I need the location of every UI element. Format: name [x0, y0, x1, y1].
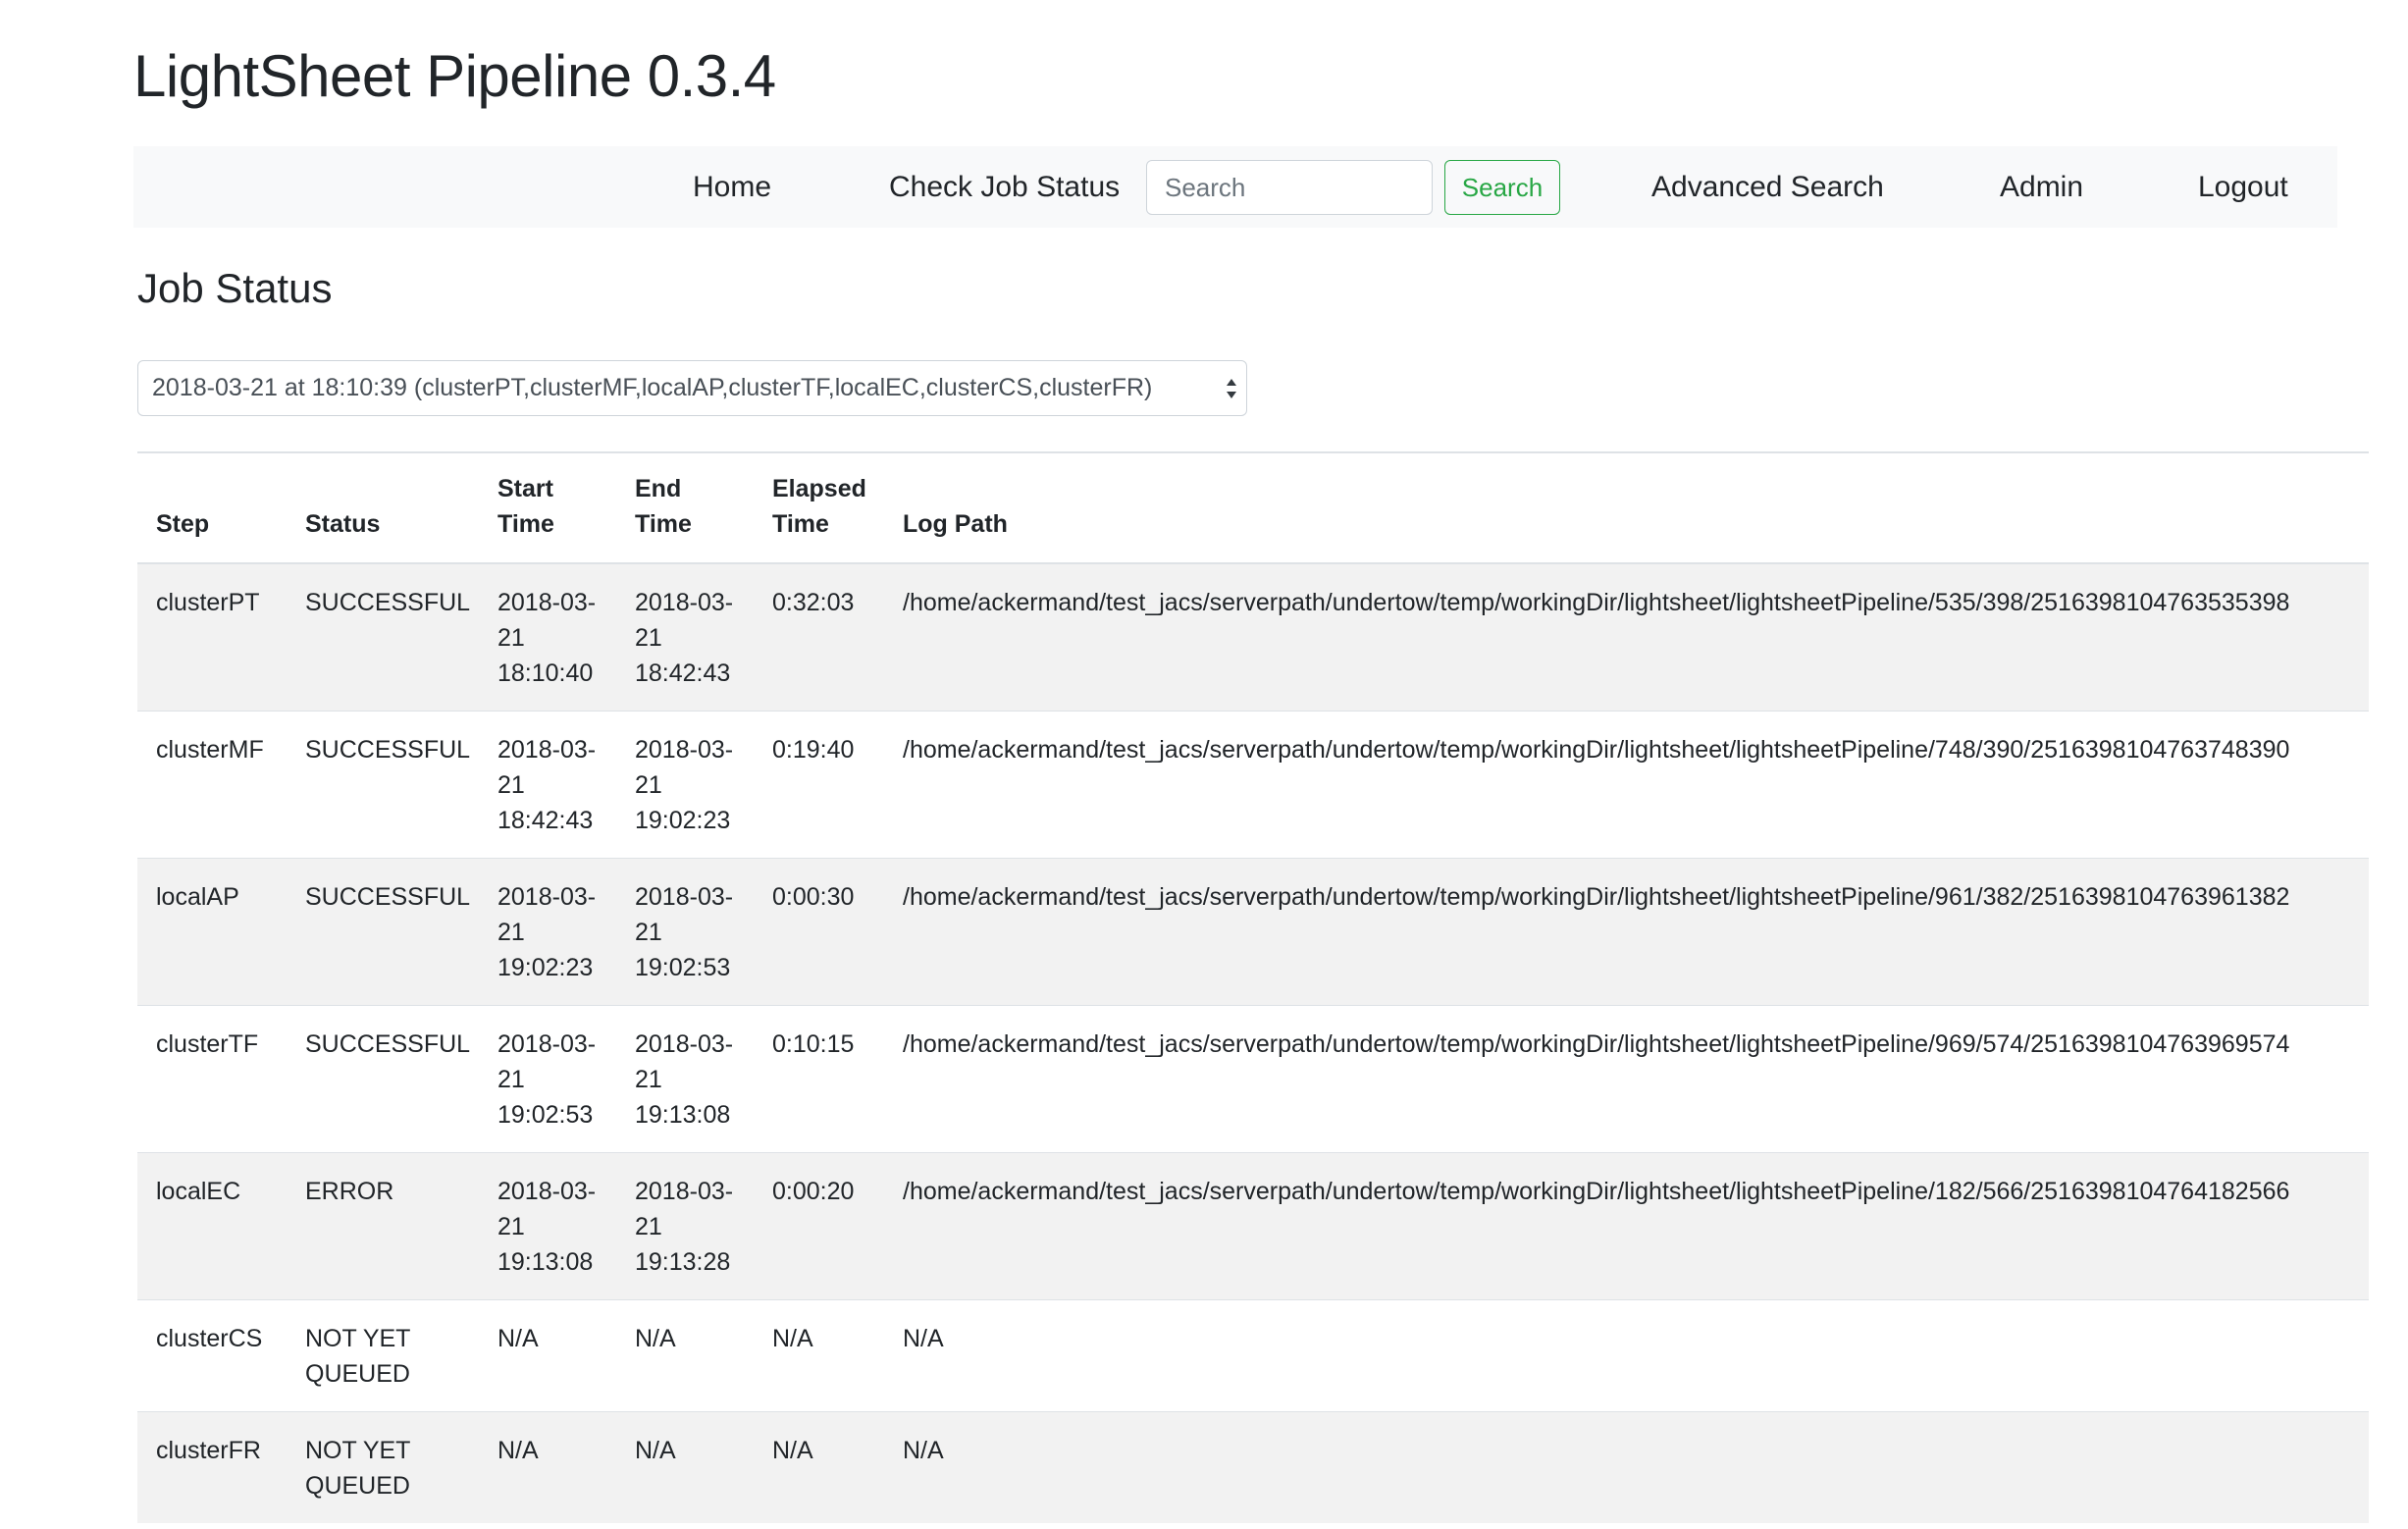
end-time-cell: N/A [616, 1299, 754, 1412]
end-time-cell: N/A [616, 1411, 754, 1523]
step-cell: clusterCS [137, 1299, 287, 1412]
start-time-cell: N/A [479, 1299, 616, 1412]
log-path-cell: N/A [884, 1411, 2369, 1523]
job-run-select[interactable]: 2018-03-21 at 18:10:39 (clusterPT,cluste… [137, 360, 1247, 416]
table-row: clusterMF SUCCESSFUL 2018-03-21 18:42:43… [137, 711, 2369, 859]
status-cell: NOT YET QUEUED [287, 1411, 479, 1523]
status-cell: NOT YET QUEUED [287, 1299, 479, 1412]
status-cell: ERROR [287, 1152, 479, 1300]
page-title: Job Status [137, 265, 333, 311]
end-time-cell: 2018-03-21 19:13:28 [616, 1152, 754, 1300]
status-cell: SUCCESSFUL [287, 711, 479, 859]
elapsed-time-cell: N/A [754, 1299, 884, 1412]
select-arrows-icon [1227, 379, 1236, 398]
start-time-cell: 2018-03-21 18:10:40 [479, 562, 616, 712]
table-row: localEC ERROR 2018-03-21 19:13:08 2018-0… [137, 1152, 2369, 1300]
step-cell: clusterFR [137, 1411, 287, 1523]
start-time-cell: 2018-03-21 19:02:23 [479, 858, 616, 1006]
header-start-time: Start Time [479, 451, 616, 564]
step-cell: localEC [137, 1152, 287, 1300]
elapsed-time-cell: 0:00:20 [754, 1152, 884, 1300]
navbar: Home Check Job Status Search Advanced Se… [133, 146, 2337, 228]
step-cell: clusterMF [137, 711, 287, 859]
start-time-cell: 2018-03-21 18:42:43 [479, 711, 616, 859]
start-time-cell: 2018-03-21 19:13:08 [479, 1152, 616, 1300]
elapsed-time-cell: 0:00:30 [754, 858, 884, 1006]
table-row: localAP SUCCESSFUL 2018-03-21 19:02:23 2… [137, 858, 2369, 1006]
header-step: Step [137, 451, 287, 564]
search-input[interactable] [1146, 160, 1433, 215]
table-row: clusterCS NOT YET QUEUED N/A N/A N/A N/A [137, 1299, 2369, 1412]
status-cell: SUCCESSFUL [287, 858, 479, 1006]
table-header-row: Step Status Start Time End Time Elapsed … [137, 451, 2369, 564]
nav-admin-link[interactable]: Admin [2000, 146, 2083, 228]
start-time-cell: 2018-03-21 19:02:53 [479, 1005, 616, 1153]
nav-home-link[interactable]: Home [693, 146, 771, 228]
job-run-select-value: 2018-03-21 at 18:10:39 (clusterPT,cluste… [152, 374, 1153, 401]
log-path-cell: /home/ackermand/test_jacs/serverpath/und… [884, 858, 2369, 1006]
elapsed-time-cell: 0:32:03 [754, 562, 884, 712]
nav-advanced-search-link[interactable]: Advanced Search [1651, 146, 1884, 228]
header-end-time: End Time [616, 451, 754, 564]
log-path-cell: /home/ackermand/test_jacs/serverpath/und… [884, 1152, 2369, 1300]
table-row: clusterPT SUCCESSFUL 2018-03-21 18:10:40… [137, 562, 2369, 712]
nav-logout-link[interactable]: Logout [2198, 146, 2288, 228]
elapsed-time-cell: 0:10:15 [754, 1005, 884, 1153]
log-path-cell: /home/ackermand/test_jacs/serverpath/und… [884, 1005, 2369, 1153]
app-title: LightSheet Pipeline 0.3.4 [133, 43, 776, 109]
log-path-cell: /home/ackermand/test_jacs/serverpath/und… [884, 562, 2369, 712]
job-status-table: Step Status Start Time End Time Elapsed … [137, 451, 2369, 1523]
elapsed-time-cell: N/A [754, 1411, 884, 1523]
end-time-cell: 2018-03-21 19:02:53 [616, 858, 754, 1006]
table-row: clusterTF SUCCESSFUL 2018-03-21 19:02:53… [137, 1005, 2369, 1153]
status-cell: SUCCESSFUL [287, 1005, 479, 1153]
header-elapsed-time: Elapsed Time [754, 451, 884, 564]
step-cell: clusterTF [137, 1005, 287, 1153]
search-button[interactable]: Search [1444, 160, 1560, 215]
nav-check-job-status-link[interactable]: Check Job Status [889, 146, 1120, 228]
header-status: Status [287, 451, 479, 564]
end-time-cell: 2018-03-21 18:42:43 [616, 562, 754, 712]
step-cell: localAP [137, 858, 287, 1006]
log-path-cell: N/A [884, 1299, 2369, 1412]
end-time-cell: 2018-03-21 19:13:08 [616, 1005, 754, 1153]
table-row: clusterFR NOT YET QUEUED N/A N/A N/A N/A [137, 1411, 2369, 1523]
step-cell: clusterPT [137, 562, 287, 712]
end-time-cell: 2018-03-21 19:02:23 [616, 711, 754, 859]
header-log-path: Log Path [884, 451, 2369, 564]
status-cell: SUCCESSFUL [287, 562, 479, 712]
start-time-cell: N/A [479, 1411, 616, 1523]
log-path-cell: /home/ackermand/test_jacs/serverpath/und… [884, 711, 2369, 859]
elapsed-time-cell: 0:19:40 [754, 711, 884, 859]
